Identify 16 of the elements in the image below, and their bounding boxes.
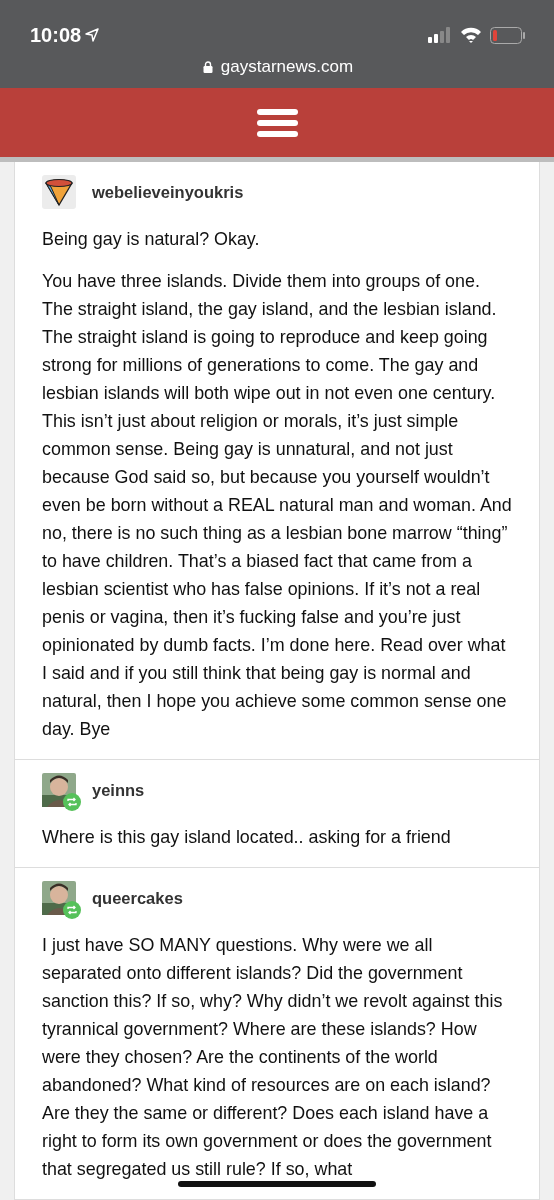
status-time: 10:08	[30, 23, 82, 48]
menu-icon[interactable]	[256, 108, 298, 137]
username-link[interactable]: yeinns	[92, 777, 145, 803]
signal-icon	[428, 27, 452, 43]
lock-icon	[202, 60, 213, 73]
cone-avatar-icon[interactable]	[42, 175, 76, 209]
username-link[interactable]: queercakes	[92, 885, 183, 911]
location-arrow-icon	[85, 28, 100, 42]
username-link[interactable]: webelieveinyoukris	[92, 179, 244, 205]
post-text: Being gay is natural? Okay.	[42, 228, 261, 251]
battery-icon	[490, 26, 526, 44]
url-text[interactable]: gaystarnews.com	[220, 54, 354, 80]
post-text: I just have SO MANY questions. Why were we all separated onto different islands? Did the government sanction this? If so, why? Why didn’t we revolt against this tyrannical government? Where are these islands? How were they chosen? Are the continents of the world abandoned? What kind of resources are on each island? Are they the same or different? Does each island have a right to form its own government or does the government that segregated us still rule? If so, what	[42, 934, 504, 1181]
wifi-icon	[460, 27, 482, 43]
post-text: Where is this gay island located.. asking for a friend	[42, 826, 452, 849]
post-text: You have three islands. Divide them into groups of one. The straight island, the gay island, and the lesbian island. The straight island is going to reproduce and keep going strong for millions of generations to come. The gay and lesbian islands will both wipe out in not even one century. This isn’t just about religion or morals, it’s just simple common sense. Being gay is unnatural, and not just because God said so, but because you yourself wouldn’t even be born without a REAL natural man and woman. And no, there is no such thing as a lesbian bone marrow “thing” to have children. That’s a biased fact that came from a lesbian scientist who has false opinions. If it’s not a real penis or vagina, then it’s fucking false and you’re just opinionated by dumb facts. I’m done here. Read over what I said and if you still think that being gay is normal and natural, then I hope you achieve some common sense one day. Bye	[42, 270, 513, 741]
